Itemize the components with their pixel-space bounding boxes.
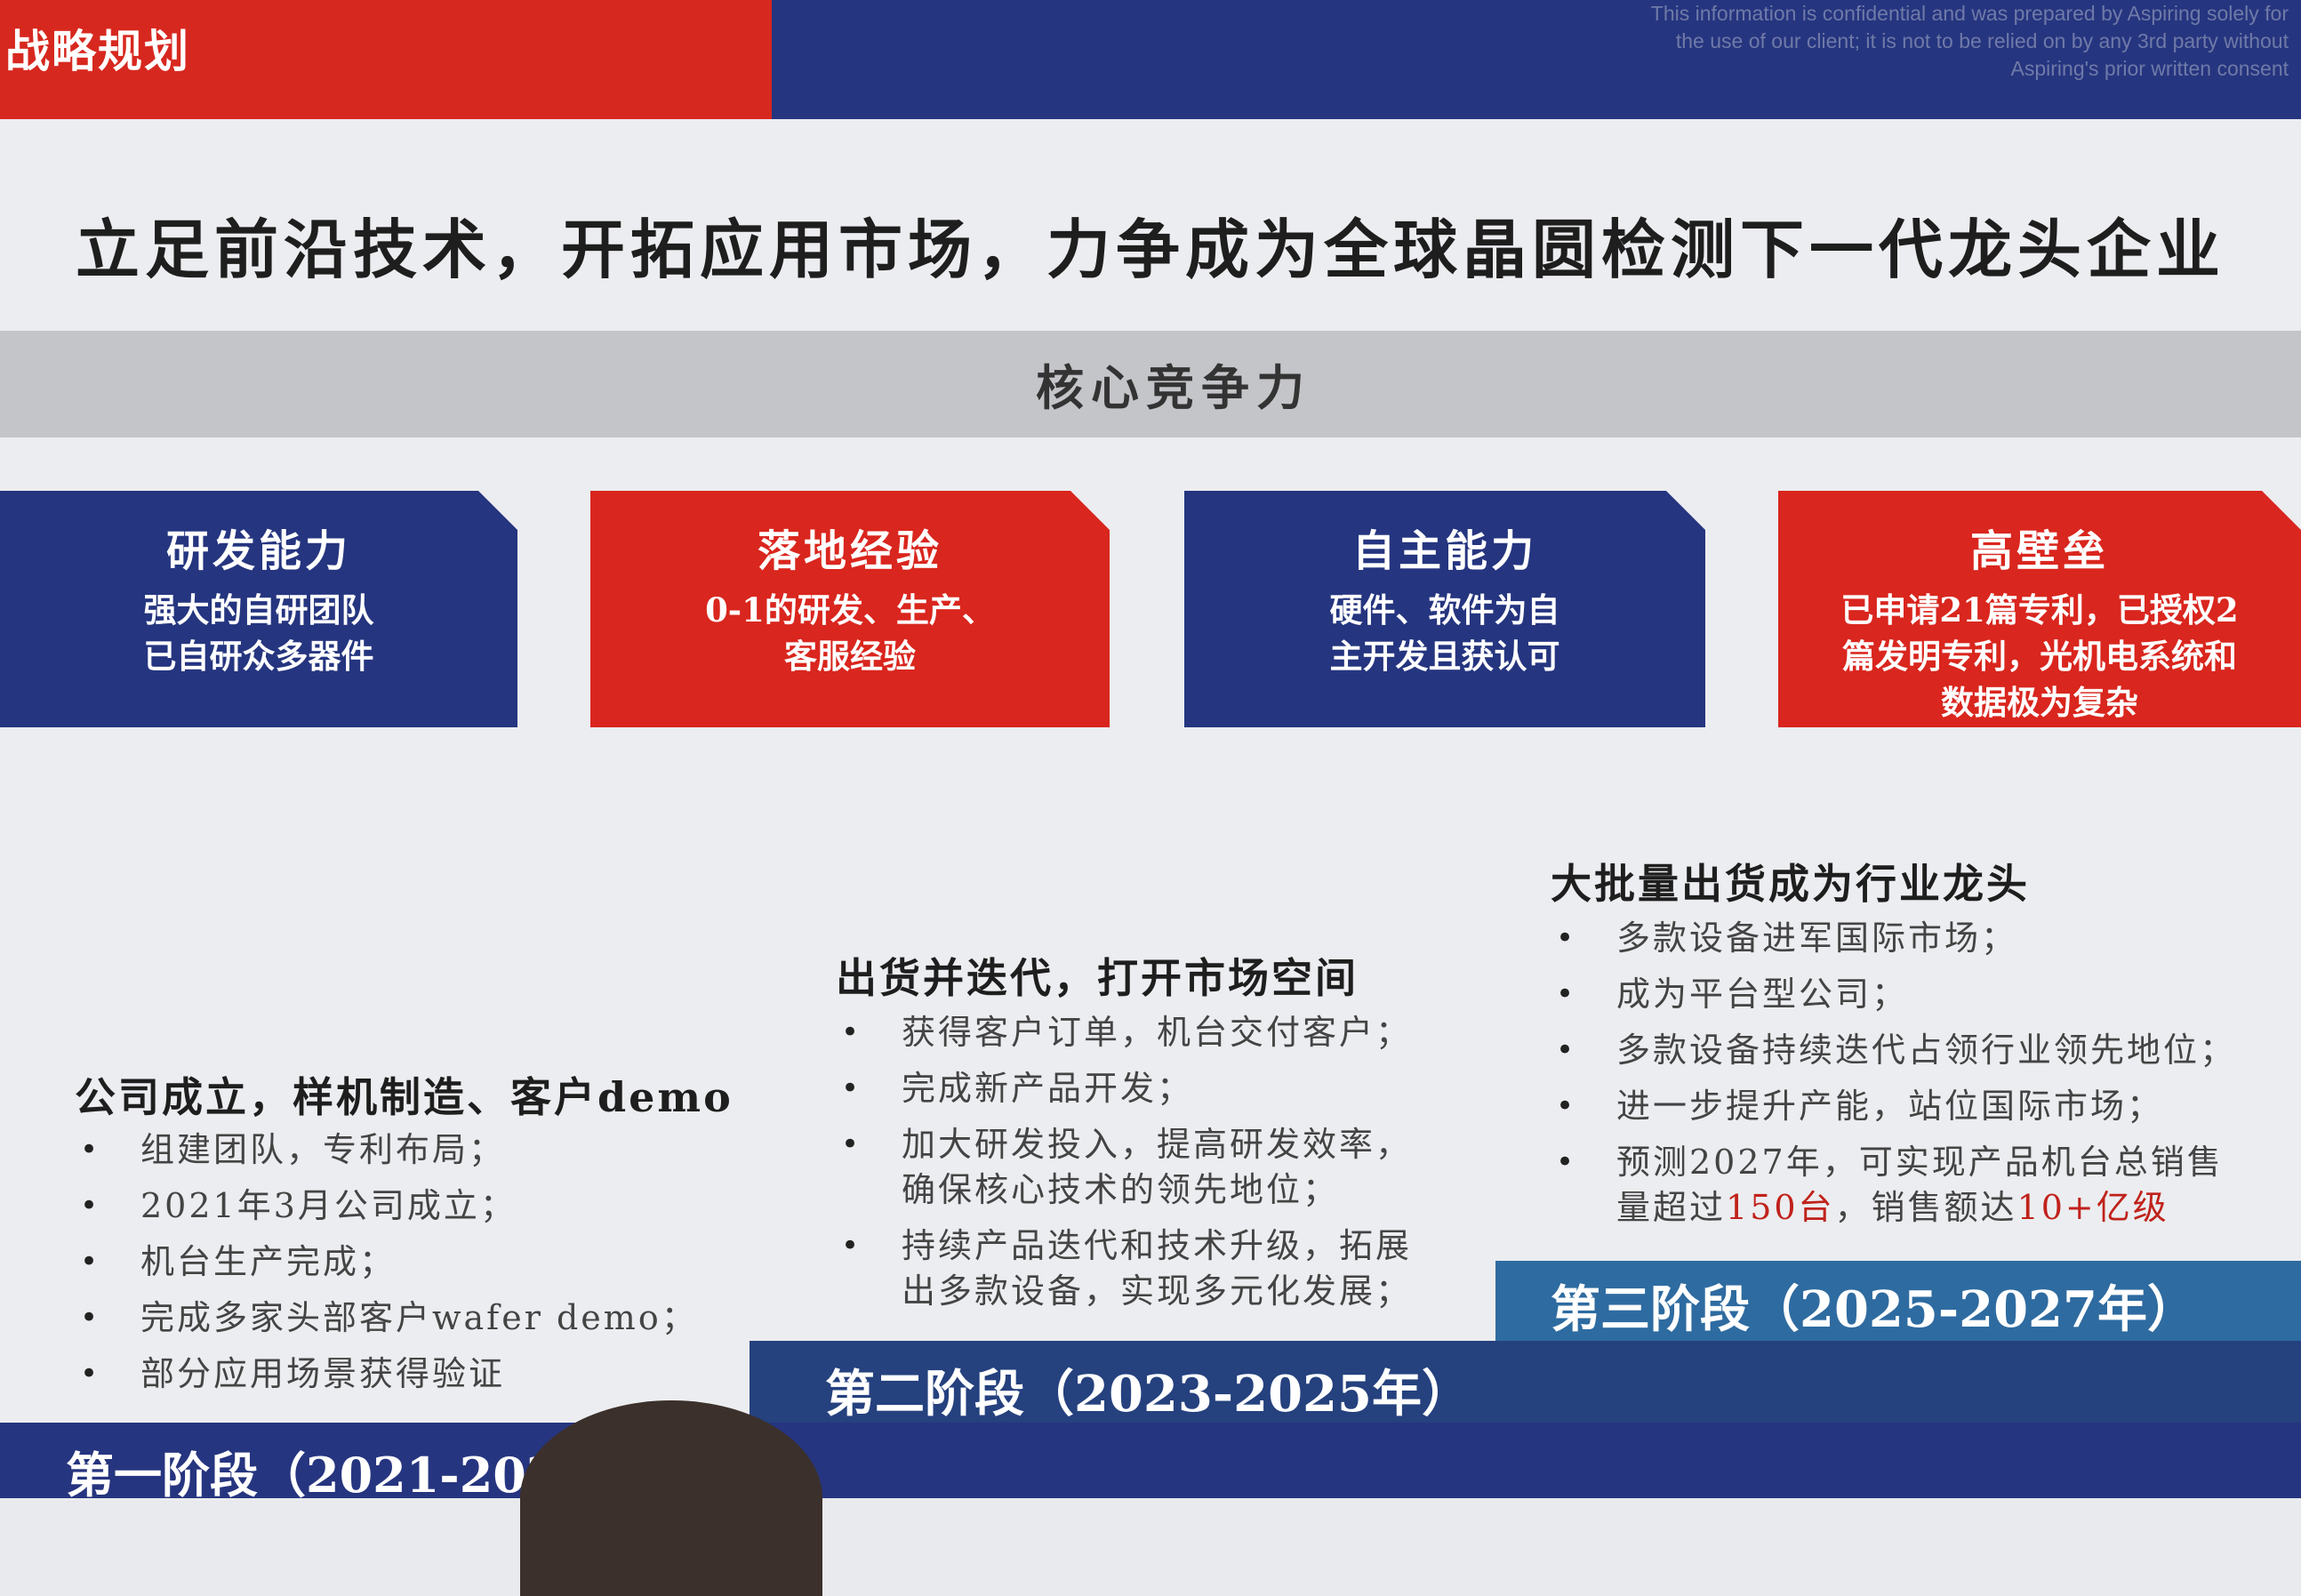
forecast-text: 预测2027年，可实现产品机台总销售 [1616, 1143, 2224, 1182]
stage1-bullet-list: • 组建团队，专利布局； • 2021年3月公司成立； • 机台生产完成； • 完成多家… [75, 1127, 750, 1408]
list-item: • 完成多家头部客户wafer demo； [75, 1295, 750, 1341]
bullet-text: 持续产品迭代和技术升级，拓展 [902, 1226, 1413, 1265]
capability-line: 客服经验 [784, 637, 916, 676]
list-item: • 多款设备进军国际市场； [1551, 916, 2297, 961]
bullet-dot: • [841, 1228, 862, 1263]
bullet-dot: • [1556, 1088, 1577, 1124]
main-title: 立足前沿技术，开拓应用市场，力争成为全球晶圆检测下一代龙头企业 [75, 212, 2225, 287]
bullet-dot: • [80, 1300, 101, 1335]
stage3-bullet-list: • 多款设备进军国际市场； • 成为平台型公司； • 多款设备持续迭代占领行业领先地位… [1551, 916, 2297, 1241]
capability-line: 数据极为复杂 [1941, 683, 2138, 722]
capability-title: 高壁垒 [1969, 526, 2109, 576]
list-item: • 加大研发投入，提高研发效率， 确保核心技术的领先地位； [836, 1122, 1494, 1213]
list-item: • 完成新产品开发； [836, 1066, 1494, 1111]
capability-line: 0-1的研发、生产、 [705, 590, 995, 630]
capability-line: 已申请21篇专利，已授权2 [1840, 590, 2239, 630]
capability-title: 落地经验 [757, 526, 942, 576]
bullet-text: 组建团队，专利布局； [140, 1130, 506, 1169]
bullet-text: 多款设备持续迭代占领行业领先地位； [1616, 1031, 2237, 1070]
list-item: • 部分应用场景获得验证 [75, 1351, 750, 1397]
list-item: • 持续产品迭代和技术升级，拓展 出多款设备，实现多元化发展； [836, 1223, 1494, 1314]
bullet-dot: • [80, 1356, 101, 1391]
bullet-dot: • [80, 1244, 101, 1279]
bullet-text: 完成多家头部客户wafer demo； [140, 1298, 698, 1337]
stage1-label: 第一阶段（2021-202 [66, 1447, 560, 1504]
bullet-text: 部分应用场景获得验证 [140, 1354, 506, 1393]
stage1-heading: 公司成立，样机制造、客户demo [75, 1073, 734, 1121]
bullet-text: 成为平台型公司； [1616, 974, 1909, 1014]
stage3-heading: 大批量出货成为行业龙头 [1551, 860, 2030, 908]
capability-box-barrier: 高壁垒 已申请21篇专利，已授权2 篇发明专利，光机电系统和 数据极为复杂 [1778, 491, 2301, 727]
disclaimer-line: Aspiring's prior written consent [2010, 57, 2289, 80]
list-item: • 机台生产完成； [75, 1239, 750, 1285]
capability-line: 篇发明专利，光机电系统和 [1842, 637, 2237, 676]
list-item: • 成为平台型公司； [1551, 972, 2297, 1017]
capability-box-experience: 落地经验 0-1的研发、生产、 客服经验 [590, 491, 1110, 727]
bullet-text: 进一步提升产能，站位国际市场； [1616, 1087, 2164, 1126]
stage3-label: 第三阶段（2025-2027年） [1551, 1280, 2197, 1339]
list-item: • 2021年3月公司成立； [75, 1183, 750, 1229]
capability-title: 自主能力 [1351, 526, 1537, 576]
bullet-text: 加大研发投入，提高研发效率， [902, 1125, 1413, 1164]
bullet-text: 获得客户订单，机台交付客户； [902, 1013, 1413, 1052]
forecast-text: ，销售额达 [1834, 1188, 2017, 1227]
forecast-revenue-highlight: 10+亿级 [2016, 1188, 2169, 1227]
bullet-text: 完成新产品开发； [902, 1069, 1194, 1108]
capability-description: 硬件、软件为自 主开发且获认可 [1184, 587, 1705, 679]
capability-line: 硬件、软件为自 [1329, 590, 1560, 630]
bullet-dot: • [1556, 920, 1577, 956]
bullet-dot: • [1556, 1144, 1577, 1180]
capability-description: 已申请21篇专利，已授权2 篇发明专利，光机电系统和 数据极为复杂 [1778, 587, 2301, 726]
bullet-text: 机台生产完成； [140, 1242, 397, 1281]
bullet-text: 确保核心技术的领先地位； [902, 1170, 1340, 1209]
bullet-dot: • [841, 1071, 862, 1106]
list-item: • 获得客户订单，机台交付客户； [836, 1010, 1494, 1055]
list-item: • 多款设备持续迭代占领行业领先地位； [1551, 1028, 2297, 1073]
capability-line: 强大的自研团队 [143, 590, 374, 630]
forecast-text: 量超过 [1616, 1188, 1727, 1227]
disclaimer-line: This information is confidential and was… [1650, 2, 2289, 25]
audience-head-silhouette [520, 1400, 822, 1596]
stage2-heading: 出货并迭代，打开市场空间 [836, 954, 1359, 1002]
capability-description: 强大的自研团队 已自研众多器件 [0, 587, 517, 679]
bullet-dot: • [1556, 1032, 1577, 1068]
list-item: • 组建团队，专利布局； [75, 1127, 750, 1173]
forecast-units-highlight: 150台 [1726, 1188, 1835, 1227]
disclaimer-line: the use of our client; it is not to be r… [1675, 29, 2289, 52]
slide: 战略规划 This information is confidential an… [0, 0, 2301, 1596]
capability-line: 已自研众多器件 [143, 637, 374, 676]
list-item: • 预测2027年，可实现产品机台总销售 量超过150台，销售额达10+亿级 [1551, 1140, 2297, 1231]
bullet-dot: • [841, 1127, 862, 1162]
bullet-text: 出多款设备，实现多元化发展； [902, 1271, 1413, 1311]
bullet-dot: • [1556, 976, 1577, 1012]
bullet-text: 多款设备进军国际市场； [1616, 918, 2018, 958]
stage2-bullet-list: • 获得客户订单，机台交付客户； • 完成新产品开发； • 加大研发投入，提高研发效率… [836, 1010, 1494, 1325]
stage2-label: 第二阶段（2023-2025年） [825, 1365, 1471, 1424]
confidentiality-disclaimer: This information is confidential and was… [1488, 0, 2289, 83]
bullet-dot: • [841, 1015, 862, 1050]
capability-box-autonomy: 自主能力 硬件、软件为自 主开发且获认可 [1184, 491, 1705, 727]
slide-section-title: 战略规划 [5, 25, 190, 77]
capability-box-rd: 研发能力 强大的自研团队 已自研众多器件 [0, 491, 517, 727]
list-item: • 进一步提升产能，站位国际市场； [1551, 1084, 2297, 1129]
capability-title: 研发能力 [165, 526, 351, 576]
bullet-text: 2021年3月公司成立； [140, 1186, 517, 1225]
capability-line: 主开发且获认可 [1329, 637, 1560, 676]
core-competence-label: 核心竞争力 [1036, 359, 1311, 416]
bullet-dot: • [80, 1132, 101, 1167]
capability-description: 0-1的研发、生产、 客服经验 [590, 587, 1110, 679]
bullet-dot: • [80, 1188, 101, 1223]
